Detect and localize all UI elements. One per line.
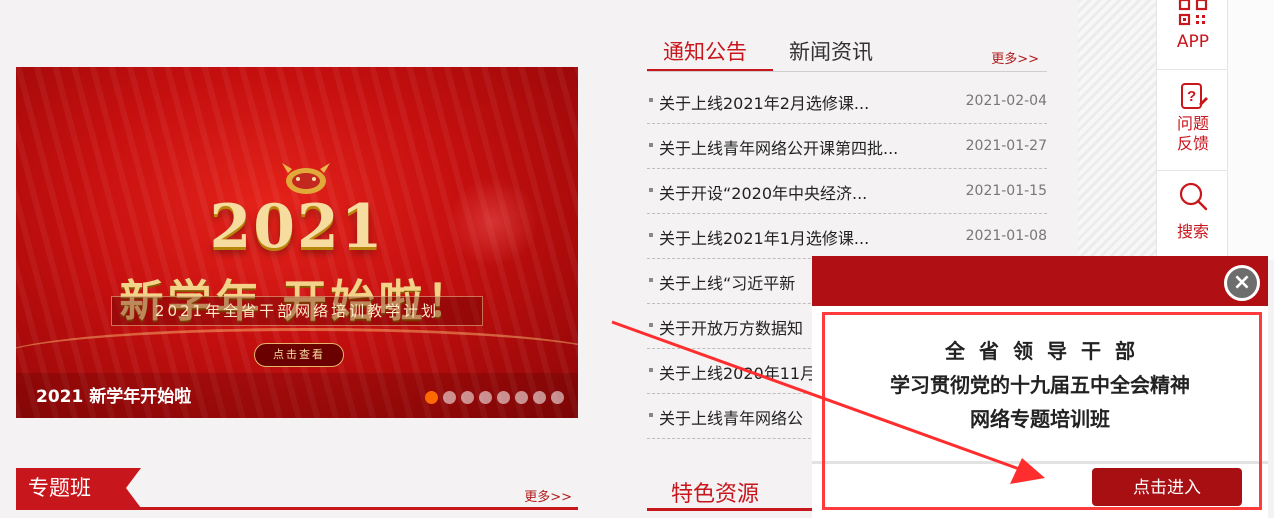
carousel-dot[interactable] bbox=[479, 391, 492, 404]
sidebar-divider bbox=[1157, 69, 1229, 70]
news-title[interactable]: 关于上线2021年2月选修课... bbox=[659, 90, 869, 114]
banner-view-button[interactable]: 点击查看 bbox=[254, 343, 344, 367]
special-classes-title[interactable]: 专题班 bbox=[16, 468, 141, 508]
banner-year: 2021 bbox=[209, 192, 385, 262]
carousel-dot[interactable] bbox=[533, 391, 546, 404]
bullet-icon bbox=[649, 323, 653, 327]
news-panel: 通知公告 新闻资讯 更多>> 关于上线2021年2月选修课... 2021-02-… bbox=[647, 28, 1047, 439]
bullet-icon bbox=[649, 98, 653, 102]
list-item[interactable]: 关于上线2021年1月选修课... 2021-01-08 bbox=[647, 214, 1047, 259]
sidebar-column: APP ? 问题 反馈 搜索 bbox=[1156, 0, 1229, 260]
banner-carousel[interactable]: 2021 新学年 开始啦！ 2021年全省干部网络培训教学计划 点击查看 202… bbox=[16, 67, 578, 418]
floating-sidebar: APP ? 问题 反馈 搜索 bbox=[1156, 0, 1274, 260]
news-title[interactable]: 关于上线2021年1月选修课... bbox=[659, 225, 869, 249]
popup-heading-line1: 全省领导干部 bbox=[945, 339, 1149, 363]
svg-text:?: ? bbox=[1187, 88, 1196, 105]
sidebar-item-feedback[interactable]: ? 问题 反馈 bbox=[1157, 82, 1229, 154]
news-date: 2021-01-08 bbox=[965, 228, 1047, 244]
bullet-icon bbox=[649, 368, 653, 372]
training-popup: × 全省领导干部 学习贯彻党的十九届五中全会精神 网络专题培训班 点击进入 bbox=[812, 256, 1268, 518]
search-icon bbox=[1179, 182, 1208, 211]
popup-divider bbox=[812, 461, 1268, 464]
banner-plan-title: 2021年全省干部网络培训教学计划 bbox=[111, 296, 483, 326]
carousel-dot[interactable] bbox=[425, 391, 438, 404]
bullet-icon bbox=[649, 143, 653, 147]
popup-heading-line3: 网络专题培训班 bbox=[970, 407, 1110, 431]
news-date: 2021-01-15 bbox=[965, 183, 1047, 199]
news-title[interactable]: 关于开设“2020年中央经济... bbox=[659, 180, 867, 204]
bullet-icon bbox=[649, 188, 653, 192]
carousel-dot[interactable] bbox=[551, 391, 564, 404]
list-item[interactable]: 关于上线青年网络公开课第四批... 2021-01-27 bbox=[647, 124, 1047, 169]
carousel-dot[interactable] bbox=[515, 391, 528, 404]
carousel-dots bbox=[425, 391, 564, 404]
news-date: 2021-02-04 bbox=[965, 93, 1047, 109]
bullet-icon bbox=[649, 413, 653, 417]
feedback-icon: ? bbox=[1181, 83, 1208, 109]
news-more-link[interactable]: 更多>> bbox=[991, 48, 1039, 67]
list-item[interactable]: 关于开设“2020年中央经济... 2021-01-15 bbox=[647, 169, 1047, 214]
news-title[interactable]: 关于上线“习近平新 bbox=[659, 270, 795, 294]
news-title[interactable]: 关于上线青年网络公开课第四批... bbox=[659, 135, 898, 159]
special-classes-header: 专题班 更多>> bbox=[16, 468, 578, 510]
sidebar-divider bbox=[1157, 170, 1229, 171]
enter-button[interactable]: 点击进入 bbox=[1092, 468, 1242, 506]
banner-caption[interactable]: 2021 新学年开始啦 bbox=[36, 382, 191, 407]
carousel-dot[interactable] bbox=[443, 391, 456, 404]
popup-body: 全省领导干部 学习贯彻党的十九届五中全会精神 网络专题培训班 bbox=[812, 306, 1268, 456]
section-divider bbox=[16, 507, 578, 510]
list-item[interactable]: 关于上线2021年2月选修课... 2021-02-04 bbox=[647, 79, 1047, 124]
news-title[interactable]: 关于上线青年网络公 bbox=[659, 405, 803, 429]
sidebar-item-search[interactable]: 搜索 bbox=[1157, 180, 1229, 242]
carousel-dot[interactable] bbox=[497, 391, 510, 404]
tabs-divider bbox=[647, 71, 1047, 72]
close-button[interactable]: × bbox=[1224, 265, 1260, 301]
sidebar-right-panel bbox=[1228, 0, 1274, 260]
sidebar-item-app[interactable]: APP bbox=[1157, 0, 1229, 52]
featured-resources-title[interactable]: 特色资源 bbox=[671, 476, 759, 508]
sidebar-item-label: APP bbox=[1176, 32, 1210, 52]
sidebar-stripes-decoration bbox=[1078, 0, 1156, 260]
bullet-icon bbox=[649, 278, 653, 282]
popup-heading-line2: 学习贯彻党的十九届五中全会精神 bbox=[890, 373, 1190, 397]
news-date: 2021-01-27 bbox=[965, 138, 1047, 154]
popup-header: × bbox=[812, 256, 1268, 306]
sidebar-item-label: 反馈 bbox=[1176, 134, 1209, 153]
bullet-icon bbox=[649, 233, 653, 237]
sidebar-item-label: 搜索 bbox=[1176, 222, 1209, 241]
sidebar-item-label: 问题 bbox=[1176, 114, 1209, 133]
tab-notices[interactable]: 通知公告 bbox=[663, 36, 747, 66]
news-tabs: 通知公告 新闻资讯 更多>> bbox=[647, 28, 1047, 73]
news-title[interactable]: 关于开放万方数据知 bbox=[659, 315, 803, 339]
special-classes-more-link[interactable]: 更多>> bbox=[524, 486, 572, 505]
carousel-dot[interactable] bbox=[461, 391, 474, 404]
qr-code-icon bbox=[1178, 0, 1208, 26]
tab-news[interactable]: 新闻资讯 bbox=[789, 36, 873, 66]
news-title[interactable]: 关于上线2020年11月 bbox=[659, 360, 816, 384]
